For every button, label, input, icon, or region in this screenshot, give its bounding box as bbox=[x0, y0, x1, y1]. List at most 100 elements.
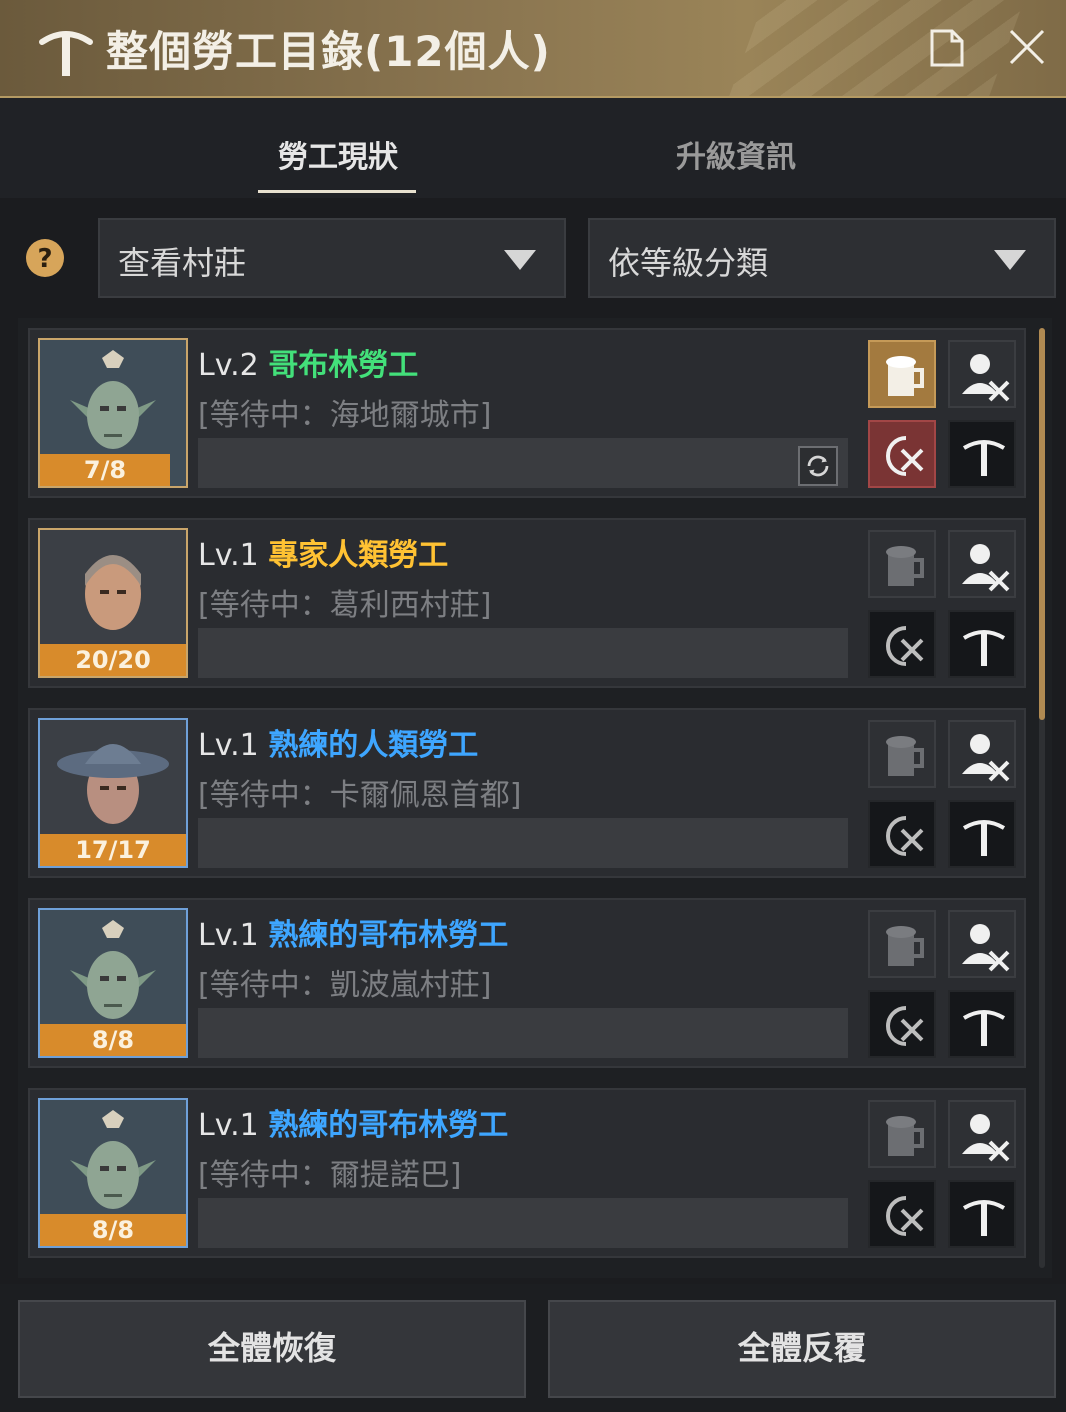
window-title: 整個勞工目錄(12個人) bbox=[106, 27, 551, 76]
stamina-count: 17/17 bbox=[40, 834, 186, 866]
tab-bar: 勞工現狀 升級資訊 bbox=[0, 98, 1066, 198]
pickaxe-icon bbox=[39, 31, 93, 76]
assign-work-button[interactable] bbox=[948, 990, 1016, 1058]
worker-portrait: 7/8 bbox=[38, 338, 188, 488]
title-bar: 整個勞工目錄(12個人) bbox=[0, 0, 1066, 98]
worker-status: [等待中：爾提諾巴] bbox=[198, 1158, 462, 1193]
active-tab-indicator bbox=[258, 190, 416, 193]
pickaxe-icon bbox=[962, 1010, 1006, 1046]
worker-status: [等待中：卡爾佩恩首都] bbox=[198, 778, 522, 813]
village-filter-select[interactable]: 查看村莊 bbox=[98, 218, 566, 298]
repeat-all-button[interactable]: 全體反覆 bbox=[548, 1300, 1056, 1398]
pickaxe-icon bbox=[962, 1200, 1006, 1236]
beer-mug-icon bbox=[886, 546, 924, 586]
worker-title: Lv.1 熟練的哥布林勞工 bbox=[198, 910, 508, 954]
worker-level: Lv.1 bbox=[198, 918, 259, 953]
tab-worker-status[interactable]: 勞工現狀 bbox=[258, 132, 418, 176]
assign-work-button[interactable] bbox=[948, 610, 1016, 678]
title-decoration bbox=[713, 0, 1039, 96]
worker-name: 熟練的哥布林勞工 bbox=[268, 1108, 509, 1143]
tab-upgrade-info[interactable]: 升級資訊 bbox=[656, 132, 816, 176]
village-filter-label: 查看村莊 bbox=[118, 244, 247, 282]
worker-status: [等待中：葛利西村莊] bbox=[198, 588, 492, 623]
fire-worker-button[interactable] bbox=[948, 720, 1016, 788]
fire-worker-icon bbox=[962, 734, 1010, 782]
fire-worker-icon bbox=[962, 924, 1010, 972]
cancel-repeat-icon bbox=[886, 816, 924, 856]
pickaxe-icon bbox=[962, 630, 1006, 666]
worker-level: Lv.1 bbox=[198, 1108, 259, 1143]
pickaxe-icon bbox=[962, 820, 1006, 856]
worker-card[interactable]: 8/8 Lv.1 熟練的哥布林勞工 [等待中：爾提諾巴] bbox=[28, 1088, 1026, 1258]
close-icon[interactable] bbox=[1006, 26, 1048, 68]
chevron-down-icon bbox=[504, 250, 536, 270]
worker-card[interactable]: 8/8 Lv.1 熟練的哥布林勞工 [等待中：凱波嵐村莊] bbox=[28, 898, 1026, 1068]
worker-card[interactable]: 20/20 Lv.1 專家人類勞工 [等待中：葛利西村莊] bbox=[28, 518, 1026, 688]
worker-portrait: 8/8 bbox=[38, 1098, 188, 1248]
document-icon[interactable] bbox=[928, 28, 966, 68]
help-icon[interactable]: ? bbox=[24, 237, 66, 279]
worker-title: Lv.1 熟練的哥布林勞工 bbox=[198, 1100, 508, 1144]
beer-mug-icon bbox=[886, 926, 924, 966]
fire-worker-button[interactable] bbox=[948, 340, 1016, 408]
chevron-down-icon bbox=[994, 250, 1026, 270]
worker-portrait: 8/8 bbox=[38, 908, 188, 1058]
cancel-repeat-button[interactable] bbox=[868, 420, 936, 488]
fire-worker-button[interactable] bbox=[948, 1100, 1016, 1168]
fire-worker-icon bbox=[962, 1114, 1010, 1162]
stamina-count: 8/8 bbox=[40, 1024, 186, 1056]
work-progress-bar bbox=[198, 1008, 848, 1058]
sort-select[interactable]: 依等級分類 bbox=[588, 218, 1056, 298]
restore-all-button[interactable]: 全體恢復 bbox=[18, 1300, 526, 1398]
worker-name: 熟練的哥布林勞工 bbox=[268, 918, 509, 953]
beer-mug-icon bbox=[886, 736, 924, 776]
worker-card[interactable]: 7/8 Lv.2 哥布林勞工 [等待中：海地爾城市] bbox=[28, 328, 1026, 498]
restore-stamina-button[interactable] bbox=[868, 340, 936, 408]
fire-worker-button[interactable] bbox=[948, 910, 1016, 978]
restore-stamina-button[interactable] bbox=[868, 910, 936, 978]
work-progress-bar bbox=[198, 438, 848, 488]
fire-worker-icon bbox=[962, 354, 1010, 402]
worker-level: Lv.1 bbox=[198, 538, 259, 573]
cancel-repeat-icon bbox=[886, 1196, 924, 1236]
worker-status: [等待中：海地爾城市] bbox=[198, 398, 492, 433]
svg-text:?: ? bbox=[37, 244, 52, 274]
stamina-count: 20/20 bbox=[40, 644, 186, 676]
fire-worker-icon bbox=[962, 544, 1010, 592]
scrollbar-thumb[interactable] bbox=[1039, 328, 1045, 720]
worker-level: Lv.2 bbox=[198, 348, 259, 383]
worker-portrait: 20/20 bbox=[38, 528, 188, 678]
assign-work-button[interactable] bbox=[948, 1180, 1016, 1248]
pickaxe-icon bbox=[962, 440, 1006, 476]
cancel-repeat-icon bbox=[886, 626, 924, 666]
worker-name: 專家人類勞工 bbox=[268, 538, 449, 573]
cancel-repeat-icon bbox=[886, 1006, 924, 1046]
worker-status: [等待中：凱波嵐村莊] bbox=[198, 968, 492, 1003]
fire-worker-button[interactable] bbox=[948, 530, 1016, 598]
beer-mug-icon bbox=[886, 1116, 924, 1156]
restore-stamina-button[interactable] bbox=[868, 1100, 936, 1168]
worker-name: 哥布林勞工 bbox=[268, 348, 419, 383]
cancel-repeat-button[interactable] bbox=[868, 990, 936, 1058]
worker-title: Lv.2 哥布林勞工 bbox=[198, 340, 418, 384]
assign-work-button[interactable] bbox=[948, 800, 1016, 868]
worker-card[interactable]: 17/17 Lv.1 熟練的人類勞工 [等待中：卡爾佩恩首都] bbox=[28, 708, 1026, 878]
cancel-repeat-icon bbox=[886, 436, 924, 476]
restore-stamina-button[interactable] bbox=[868, 720, 936, 788]
worker-title: Lv.1 熟練的人類勞工 bbox=[198, 720, 478, 764]
stamina-count: 7/8 bbox=[40, 454, 170, 486]
cancel-repeat-button[interactable] bbox=[868, 1180, 936, 1248]
assign-work-button[interactable] bbox=[948, 420, 1016, 488]
work-progress-bar bbox=[198, 628, 848, 678]
sort-label: 依等級分類 bbox=[608, 244, 769, 282]
worker-title: Lv.1 專家人類勞工 bbox=[198, 530, 448, 574]
cancel-repeat-button[interactable] bbox=[868, 610, 936, 678]
worker-name: 熟練的人類勞工 bbox=[268, 728, 479, 763]
beer-mug-icon bbox=[886, 356, 924, 396]
restore-stamina-button[interactable] bbox=[868, 530, 936, 598]
stamina-count: 8/8 bbox=[40, 1214, 186, 1246]
cancel-repeat-button[interactable] bbox=[868, 800, 936, 868]
work-progress-bar bbox=[198, 818, 848, 868]
refresh-icon[interactable] bbox=[798, 446, 838, 486]
work-progress-bar bbox=[198, 1198, 848, 1248]
